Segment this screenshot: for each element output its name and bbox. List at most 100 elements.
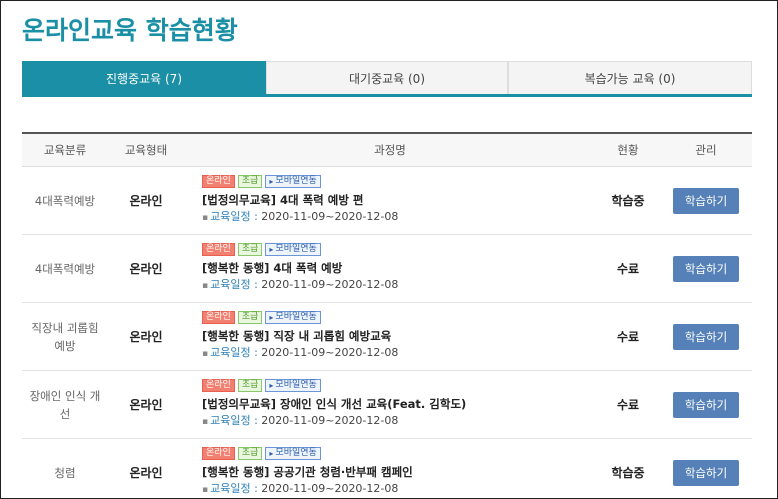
tab-review[interactable]: 복습가능 교육 (0) xyxy=(508,61,752,94)
online-badge: 온라인 xyxy=(202,243,235,256)
tab-bar: 진행중교육 (7) 대기중교육 (0) 복습가능 교육 (0) xyxy=(22,61,752,97)
online-badge: 온라인 xyxy=(202,447,235,460)
row-category: 청렴 xyxy=(54,465,76,480)
mobile-badge: ▸ 모바일연동 xyxy=(265,447,321,460)
row-category: 장애인 인식 개선 xyxy=(29,388,101,421)
header-course: 과정명 xyxy=(374,143,406,157)
bullet-icon: ▪ xyxy=(202,349,209,359)
row-type: 온라인 xyxy=(129,330,163,344)
row-course: 온라인 초급 ▸ 모바일연동 [행복한 동행] 4대 폭력 예방 ▪ 교육일정 : … xyxy=(184,243,596,294)
table-row: 직장내 괴롭힘 예방 온라인 온라인 초급 ▸ 모바일연동 [행복한 동행] 직장… xyxy=(22,303,752,371)
row-manage: 학습하기 xyxy=(660,323,752,350)
course-period: ▪ 교육일정 : 2020-11-09~2020-12-08 xyxy=(202,277,596,294)
header-manage: 관리 xyxy=(695,143,717,157)
badge-group: 온라인 초급 ▸ 모바일연동 xyxy=(202,311,596,324)
header-status: 현황 xyxy=(617,143,639,157)
row-type: 온라인 xyxy=(129,398,163,412)
mobile-badge: ▸ 모바일연동 xyxy=(265,243,321,256)
study-button[interactable]: 학습하기 xyxy=(673,255,739,282)
table-row: 4대폭력예방 온라인 온라인 초급 ▸ 모바일연동 [법정의무교육] 4대 폭력 … xyxy=(22,167,752,235)
period-label: 교육일정 : xyxy=(210,482,258,495)
row-status: 수료 xyxy=(616,262,640,276)
row-category: 4대폭력예방 xyxy=(34,261,96,276)
table-row: 4대폭력예방 온라인 온라인 초급 ▸ 모바일연동 [행복한 동행] 4대 폭력 … xyxy=(22,235,752,303)
row-manage: 학습하기 xyxy=(660,187,752,214)
table-row: 청렴 온라인 온라인 초급 ▸ 모바일연동 [행복한 동행] 공공기관 청렴·반부… xyxy=(22,439,752,499)
page-title: 온라인교육 학습현황 xyxy=(22,16,238,45)
row-manage: 학습하기 xyxy=(660,459,752,486)
period-value: 2020-11-09~2020-12-08 xyxy=(261,482,399,495)
badge-group: 온라인 초급 ▸ 모바일연동 xyxy=(202,243,596,256)
study-button[interactable]: 학습하기 xyxy=(673,459,739,486)
table-row: 장애인 인식 개선 온라인 온라인 초급 ▸ 모바일연동 [법정의무교육] 장애인… xyxy=(22,371,752,439)
row-manage: 학습하기 xyxy=(660,391,752,418)
header-type: 교육형태 xyxy=(124,143,168,157)
bullet-icon: ▪ xyxy=(202,281,209,291)
mobile-signal-icon: ▸ xyxy=(269,449,274,458)
row-status: 수료 xyxy=(616,330,640,344)
badge-group: 온라인 초급 ▸ 모바일연동 xyxy=(202,379,596,392)
level-badge: 초급 xyxy=(237,175,263,188)
level-badge: 초급 xyxy=(237,243,263,256)
course-title-link[interactable]: [법정의무교육] 4대 폭력 예방 편 xyxy=(202,192,596,208)
row-type: 온라인 xyxy=(129,262,163,276)
row-status: 수료 xyxy=(616,398,640,412)
online-badge: 온라인 xyxy=(202,311,235,324)
bullet-icon: ▪ xyxy=(202,417,209,427)
level-badge: 초급 xyxy=(237,379,263,392)
row-type: 온라인 xyxy=(129,466,163,480)
period-label: 교육일정 : xyxy=(210,346,258,359)
mobile-badge: ▸ 모바일연동 xyxy=(265,175,321,188)
mobile-badge-label: 모바일연동 xyxy=(275,244,317,254)
period-label: 교육일정 : xyxy=(210,278,258,291)
page: { "page_title": "온라인교육 학습현황", "tabs": [ … xyxy=(0,0,778,499)
mobile-signal-icon: ▸ xyxy=(269,177,274,186)
course-period: ▪ 교육일정 : 2020-11-09~2020-12-08 xyxy=(202,209,596,226)
course-period: ▪ 교육일정 : 2020-11-09~2020-12-08 xyxy=(202,413,596,430)
mobile-badge-label: 모바일연동 xyxy=(275,176,317,186)
row-course: 온라인 초급 ▸ 모바일연동 [법정의무교육] 4대 폭력 예방 편 ▪ 교육일정 … xyxy=(184,175,596,226)
level-badge: 초급 xyxy=(237,311,263,324)
mobile-signal-icon: ▸ xyxy=(269,313,274,322)
bullet-icon: ▪ xyxy=(202,485,209,495)
course-period: ▪ 교육일정 : 2020-11-09~2020-12-08 xyxy=(202,345,596,362)
bullet-icon: ▪ xyxy=(202,213,209,223)
online-badge: 온라인 xyxy=(202,175,235,188)
mobile-badge-label: 모바일연동 xyxy=(275,312,317,322)
period-label: 교육일정 : xyxy=(210,414,258,427)
course-period: ▪ 교육일정 : 2020-11-09~2020-12-08 xyxy=(202,481,596,498)
period-value: 2020-11-09~2020-12-08 xyxy=(261,278,399,291)
study-button[interactable]: 학습하기 xyxy=(673,391,739,418)
study-button[interactable]: 학습하기 xyxy=(673,187,739,214)
mobile-badge-label: 모바일연동 xyxy=(275,380,317,390)
period-value: 2020-11-09~2020-12-08 xyxy=(261,414,399,427)
course-title-link[interactable]: [행복한 동행] 직장 내 괴롭힘 예방교육 xyxy=(202,328,596,344)
row-course: 온라인 초급 ▸ 모바일연동 [행복한 동행] 직장 내 괴롭힘 예방교육 ▪ 교육… xyxy=(184,311,596,362)
mobile-badge-label: 모바일연동 xyxy=(275,448,317,458)
course-title-link[interactable]: [행복한 동행] 4대 폭력 예방 xyxy=(202,260,596,276)
course-title-link[interactable]: [법정의무교육] 장애인 인식 개선 교육(Feat. 김학도) xyxy=(202,396,596,412)
mobile-signal-icon: ▸ xyxy=(269,245,274,254)
course-title-link[interactable]: [행복한 동행] 공공기관 청렴·반부패 캠페인 xyxy=(202,464,596,480)
mobile-signal-icon: ▸ xyxy=(269,381,274,390)
mobile-badge: ▸ 모바일연동 xyxy=(265,379,321,392)
badge-group: 온라인 초급 ▸ 모바일연동 xyxy=(202,175,596,188)
row-type: 온라인 xyxy=(129,194,163,208)
table-header: 교육분류 교육형태 과정명 현황 관리 xyxy=(22,134,752,167)
row-category: 4대폭력예방 xyxy=(34,193,96,208)
badge-group: 온라인 초급 ▸ 모바일연동 xyxy=(202,447,596,460)
course-table: 교육분류 교육형태 과정명 현황 관리 4대폭력예방 온라인 온라인 초급 ▸ 모… xyxy=(22,132,752,499)
tab-in-progress[interactable]: 진행중교육 (7) xyxy=(22,61,266,94)
row-status: 학습중 xyxy=(611,466,645,480)
period-label: 교육일정 : xyxy=(210,210,258,223)
row-status: 학습중 xyxy=(611,194,645,208)
row-course: 온라인 초급 ▸ 모바일연동 [법정의무교육] 장애인 인식 개선 교육(Feat… xyxy=(184,379,596,430)
tab-waiting[interactable]: 대기중교육 (0) xyxy=(266,61,508,94)
online-badge: 온라인 xyxy=(202,379,235,392)
row-category: 직장내 괴롭힘 예방 xyxy=(31,320,99,353)
study-button[interactable]: 학습하기 xyxy=(673,323,739,350)
level-badge: 초급 xyxy=(237,447,263,460)
period-value: 2020-11-09~2020-12-08 xyxy=(261,210,399,223)
period-value: 2020-11-09~2020-12-08 xyxy=(261,346,399,359)
row-course: 온라인 초급 ▸ 모바일연동 [행복한 동행] 공공기관 청렴·반부패 캠페인 ▪… xyxy=(184,447,596,498)
